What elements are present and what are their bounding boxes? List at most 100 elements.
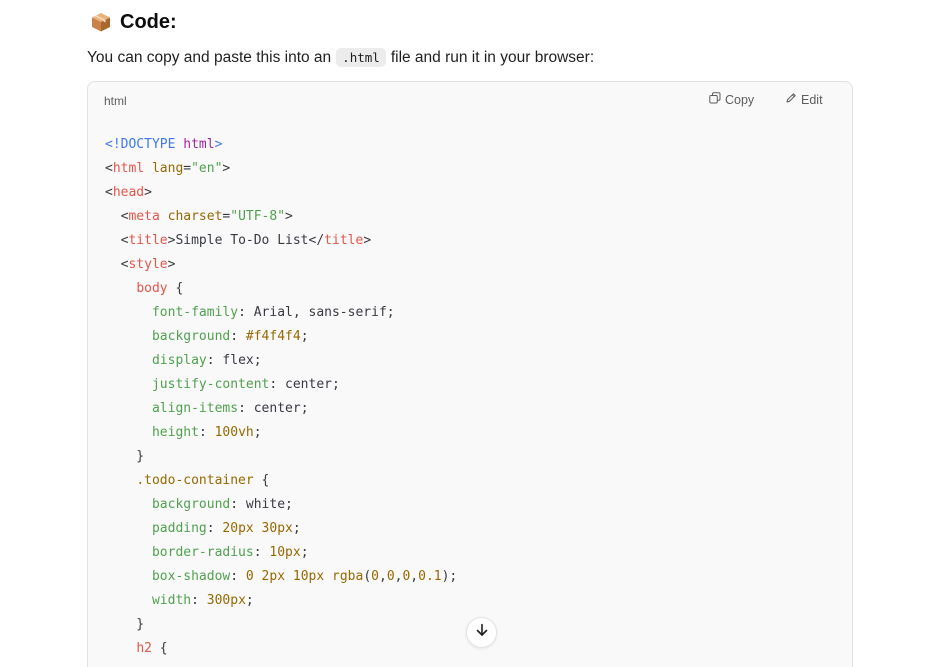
code-token: </: [308, 233, 325, 248]
code-token: :: [191, 593, 207, 608]
code-line: padding: 20px 30px;: [105, 517, 457, 541]
code-token: >: [144, 185, 152, 200]
code-token: "en": [191, 161, 223, 176]
code-line: border-radius: 10px;: [105, 541, 457, 565]
code-token: :: [206, 353, 223, 368]
code-token: ;: [300, 329, 309, 344]
intro-before: You can copy and paste this into an: [87, 48, 332, 66]
code-token: box-shadow: [151, 569, 231, 584]
code-line: width: 300px;: [105, 589, 457, 613]
code-token: 0.1: [418, 569, 442, 584]
section-heading: Code:: [90, 8, 177, 36]
code-token: <: [105, 257, 129, 272]
code-token: ;: [332, 377, 340, 392]
code-token: padding: [151, 521, 207, 536]
code-token: ;: [253, 425, 262, 440]
pencil-icon: [785, 92, 797, 107]
code-token: 0 2px 10px: [245, 569, 325, 584]
code-token: "UTF-8": [230, 209, 286, 224]
code-token: ,: [378, 569, 387, 584]
code-content: <!DOCTYPE html> <html lang="en"> <head> <m…: [105, 133, 457, 661]
copy-button[interactable]: Copy: [709, 92, 754, 107]
code-line: <title>Simple To-Do List</title>: [105, 229, 457, 253]
code-token: ;: [245, 593, 254, 608]
code-token: >: [214, 137, 223, 152]
code-token: display: [151, 353, 207, 368]
code-token: Simple To-Do List: [175, 233, 309, 248]
code-token: <: [105, 233, 129, 248]
code-language-label: html: [104, 94, 127, 108]
code-token: width: [151, 593, 192, 608]
code-token: ,: [410, 569, 419, 584]
code-line: <style>: [105, 253, 457, 277]
code-token: >: [222, 161, 231, 176]
intro-text: You can copy and paste this into an .htm…: [87, 48, 594, 67]
copy-icon: [709, 92, 721, 107]
code-token: html: [183, 137, 215, 152]
code-token: <: [105, 209, 129, 224]
code-token: );: [441, 569, 458, 584]
code-token: head: [112, 185, 145, 200]
code-line: <meta charset="UTF-8">: [105, 205, 457, 229]
code-token: =: [183, 161, 192, 176]
code-token: title: [128, 233, 168, 248]
code-token: 10px: [269, 545, 301, 560]
code-token: height: [151, 425, 199, 440]
code-line: align-items: center;: [105, 397, 457, 421]
code-token: title: [324, 233, 364, 248]
code-token: html: [112, 161, 145, 176]
code-token: :: [198, 425, 215, 440]
code-token: :: [253, 545, 270, 560]
code-token: <: [105, 161, 113, 176]
code-token: 0: [371, 569, 379, 584]
code-token: #f4f4f4: [245, 329, 301, 344]
code-token: style: [128, 257, 168, 272]
code-token: 100vh: [214, 425, 254, 440]
code-token: >: [363, 233, 372, 248]
code-token: 0: [386, 569, 395, 584]
code-token: :: [269, 377, 286, 392]
code-line: <!DOCTYPE html>: [105, 133, 457, 157]
code-token: }: [105, 617, 145, 632]
code-token: lang: [151, 161, 184, 176]
code-token: white: [245, 497, 286, 512]
code-token: ;: [300, 401, 309, 416]
code-token: ;: [292, 521, 301, 536]
code-token: align-items: [151, 401, 239, 416]
code-token: <: [105, 185, 113, 200]
code-token: background: [151, 497, 231, 512]
code-line: }: [105, 445, 457, 469]
code-token: 300px: [206, 593, 246, 608]
intro-after: file and run it in your browser:: [390, 48, 595, 66]
code-token: rgba: [332, 569, 364, 584]
code-token: <!DOCTYPE: [105, 137, 184, 152]
code-token: border-radius: [151, 545, 254, 560]
code-token: font-family: [151, 305, 239, 320]
code-token: Arial, sans-serif: [253, 305, 387, 320]
code-line: <head>: [105, 181, 457, 205]
scroll-down-button[interactable]: [466, 617, 497, 648]
code-token: {: [151, 641, 168, 656]
copy-label: Copy: [725, 92, 755, 107]
section-heading-text: Code:: [120, 10, 177, 33]
edit-button[interactable]: Edit: [785, 92, 823, 107]
code-token: :: [230, 329, 246, 344]
code-token: charset: [167, 209, 223, 224]
code-token: :: [238, 305, 254, 320]
code-token: :: [206, 521, 223, 536]
code-token: :: [238, 401, 254, 416]
code-token: center: [285, 377, 332, 392]
inline-code: .html: [336, 48, 386, 67]
code-line: font-family: Arial, sans-serif;: [105, 301, 457, 325]
code-token: .todo-container: [136, 473, 254, 488]
code-block: html Copy Edit <!DOCTYPE html> <html lang…: [87, 81, 853, 667]
